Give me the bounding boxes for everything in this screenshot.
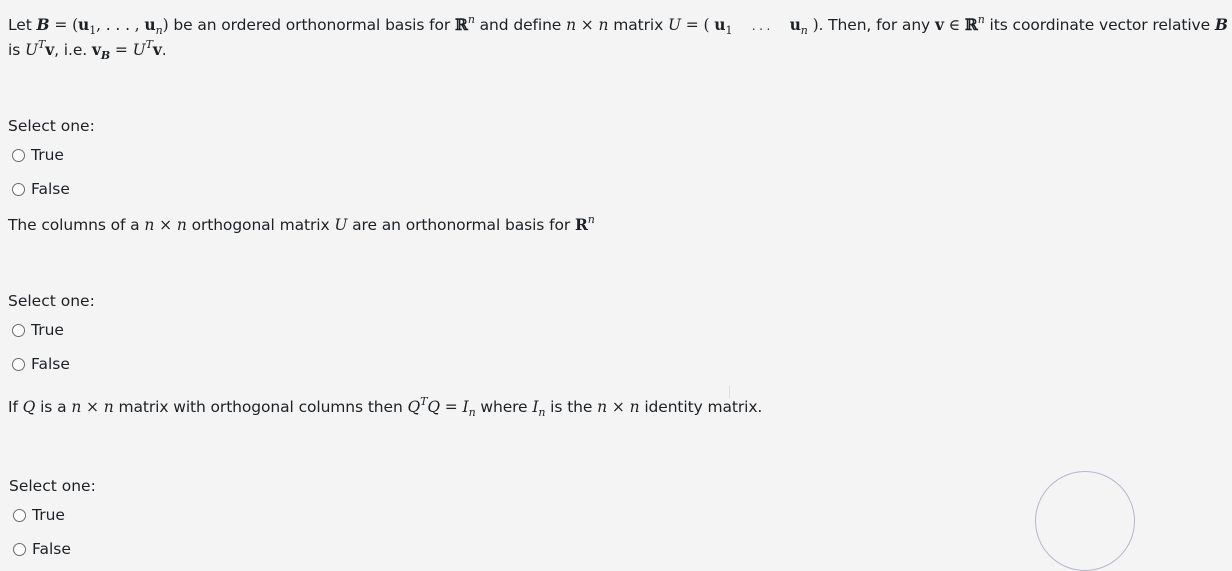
option-label: True bbox=[31, 321, 64, 339]
question-1-text-line2: is UTv, i.e. vB = UTv. bbox=[8, 38, 167, 62]
math-rn: Rn bbox=[574, 213, 595, 234]
q1-text-part: and define bbox=[474, 16, 567, 34]
math-coord-eq: vB = UTv bbox=[91, 38, 162, 62]
math-u: U bbox=[334, 216, 348, 234]
radio-button[interactable] bbox=[12, 182, 25, 196]
math-n-by-n: n × n bbox=[71, 398, 114, 416]
question-2-text: The columns of a n × n orthogonal matrix… bbox=[8, 208, 595, 237]
q3-text-part: matrix with orthogonal columns then bbox=[113, 398, 408, 416]
q3-text-part: identity matrix. bbox=[639, 398, 763, 416]
select-one-label: Select one: bbox=[9, 477, 96, 495]
q1-text-part: . Then, for any bbox=[818, 16, 935, 34]
q1-text-part: is bbox=[8, 41, 26, 59]
q3-text-part: is the bbox=[545, 398, 598, 416]
math-n-by-n: n × n bbox=[597, 398, 640, 416]
text-cursor-mark bbox=[729, 386, 730, 398]
math-basis-symbol: B bbox=[1214, 15, 1228, 34]
math-matrix-u: U = ( u1 . . . un ) bbox=[668, 15, 819, 37]
q1-text-part: matrix bbox=[608, 16, 668, 34]
question-3-text: If Q is a n × n matrix with orthogonal c… bbox=[8, 390, 762, 424]
math-v-in-rn: v ∈ ℝn bbox=[934, 13, 985, 34]
option-true[interactable]: True bbox=[12, 321, 64, 339]
q3-text-part: If bbox=[8, 398, 23, 416]
q2-text-part: The columns of a bbox=[8, 216, 145, 234]
radio-button[interactable] bbox=[12, 357, 25, 371]
option-label: False bbox=[31, 180, 70, 198]
option-false[interactable]: False bbox=[13, 540, 71, 558]
math-n-by-n: n × n bbox=[144, 216, 187, 234]
radio-button[interactable] bbox=[13, 542, 26, 556]
q1-text-part: , i.e. bbox=[54, 41, 92, 59]
q3-text-part: is a bbox=[35, 398, 72, 416]
q3-text-part: where bbox=[475, 398, 533, 416]
option-false[interactable]: False bbox=[12, 180, 70, 198]
q1-text-part: Let bbox=[8, 16, 37, 34]
math-utv: UTv bbox=[25, 38, 55, 59]
select-one-label: Select one: bbox=[8, 292, 95, 310]
math-n-by-n: n × n bbox=[566, 16, 609, 34]
option-label: True bbox=[32, 506, 65, 524]
q2-text-part: are an orthonormal basis for bbox=[347, 216, 575, 234]
select-one-label: Select one: bbox=[8, 117, 95, 135]
option-label: True bbox=[31, 146, 64, 164]
q1-text-part: be an ordered orthonormal basis for bbox=[168, 16, 456, 34]
q2-text-part: orthogonal matrix bbox=[186, 216, 335, 234]
math-in: In bbox=[532, 398, 546, 419]
option-false[interactable]: False bbox=[12, 355, 70, 373]
math-q: Q bbox=[22, 398, 36, 416]
radio-button[interactable] bbox=[13, 508, 26, 522]
math-rn: ℝn bbox=[455, 13, 475, 34]
math-qtq-eq: QTQ = In bbox=[407, 395, 476, 419]
q1-text-part: its coordinate vector relative bbox=[984, 16, 1215, 34]
math-basis-def: B = (u1, . . . , un) bbox=[36, 15, 169, 37]
option-true[interactable]: True bbox=[13, 506, 65, 524]
option-label: False bbox=[32, 540, 71, 558]
circle-overlay bbox=[1035, 471, 1135, 571]
radio-button[interactable] bbox=[12, 323, 25, 337]
question-1-text: Let B = (u1, . . . , un) be an ordered o… bbox=[8, 8, 1228, 42]
option-label: False bbox=[31, 355, 70, 373]
option-true[interactable]: True bbox=[12, 146, 64, 164]
radio-button[interactable] bbox=[12, 148, 25, 162]
